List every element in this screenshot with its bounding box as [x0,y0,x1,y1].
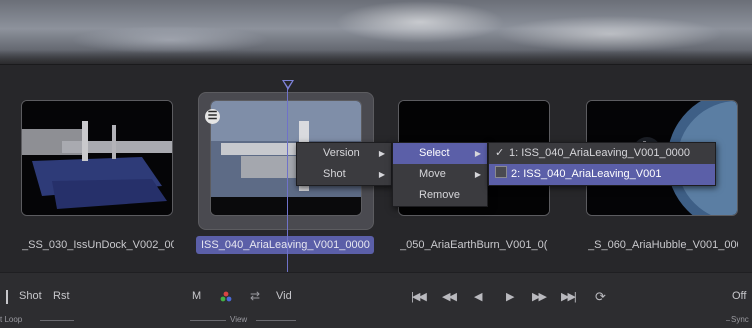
step-back-button[interactable]: ◀ [474,290,483,303]
submenu-arrow-icon: ▶ [378,149,385,158]
checkmark-icon: ✓ [495,147,505,159]
version-option-1[interactable]: ✓ 1: ISS_040_AriaLeaving_V001_0000 [489,143,715,164]
playhead-line[interactable] [287,86,288,282]
context-menu: Version ▶ Shot ▶ [296,142,392,186]
clip-thumbnail-1[interactable] [21,100,173,216]
submenu-arrow-icon: ▶ [474,170,481,179]
version-option-2-label: 2: ISS_040_AriaLeaving_V001 [511,168,662,180]
menu-item-version-label: Version [323,147,360,159]
clip-label-4[interactable]: _S_060_AriaHubble_V001_000 [588,236,738,254]
menu-item-shot[interactable]: Shot ▶ [297,164,391,185]
menu-item-shot-label: Shot [323,168,346,180]
loop-icon[interactable]: ⟳ [595,289,606,305]
shot-button[interactable]: Shot [19,290,42,302]
rewind-button[interactable]: ◀◀ [442,290,457,303]
loop-bracket-icon [6,290,8,304]
vid-button[interactable]: Vid [276,290,292,302]
view-group-line-right [256,320,296,321]
menu-item-remove[interactable]: Remove [393,185,487,206]
color-wheel-icon[interactable] [220,291,232,303]
sync-off-button[interactable]: Off [732,290,746,302]
menu-item-version[interactable]: Version ▶ [297,143,391,164]
swap-arrows-icon[interactable]: ⇄ [250,289,260,303]
checkbox-icon [495,166,507,178]
loop-group-label: t Loop [0,315,23,324]
loop-group-line [40,320,74,321]
submenu-arrow-icon: ▶ [378,170,385,179]
clip-label-1[interactable]: _SS_030_IssUnDock_V002_000 [22,236,174,254]
menu-item-select[interactable]: Select ▶ [393,143,487,164]
fast-forward-button[interactable]: ▶▶ [532,290,547,303]
menu-item-select-label: Select [419,147,450,159]
select-version-submenu: ✓ 1: ISS_040_AriaLeaving_V001_0000 2: ISS… [488,142,716,186]
viewer-fade [0,50,752,64]
view-group-line-left [190,320,226,321]
clip-menu-icon[interactable]: ☰ [205,109,220,124]
view-group-label: View [230,315,248,324]
playhead-handle-icon[interactable] [282,80,294,90]
submenu-arrow-icon: ▶ [474,149,481,158]
bottom-toolbar [0,272,752,328]
menu-item-move-label: Move [419,168,446,180]
clip-thumbnail-1-image [22,101,172,215]
version-submenu: Select ▶ Move ▶ Remove [392,142,488,207]
rst-button[interactable]: Rst [53,290,70,302]
go-to-start-button[interactable]: |◀◀ [411,290,427,303]
play-button[interactable]: ▶ [506,290,515,303]
menu-item-move[interactable]: Move ▶ [393,164,487,185]
go-to-end-button[interactable]: ▶▶| [561,290,577,303]
version-option-2[interactable]: 2: ISS_040_AriaLeaving_V001 [489,164,715,185]
clip-label-3[interactable]: _050_AriaEarthBurn_V001_0( [400,236,550,254]
sync-group-label: Sync [731,315,749,324]
m-button[interactable]: M [192,290,201,302]
clip-label-2[interactable]: ISS_040_AriaLeaving_V001_0000 [196,236,374,254]
version-option-1-label: 1: ISS_040_AriaLeaving_V001_0000 [509,147,691,159]
sync-group-line [726,320,730,321]
menu-item-remove-label: Remove [419,189,460,201]
